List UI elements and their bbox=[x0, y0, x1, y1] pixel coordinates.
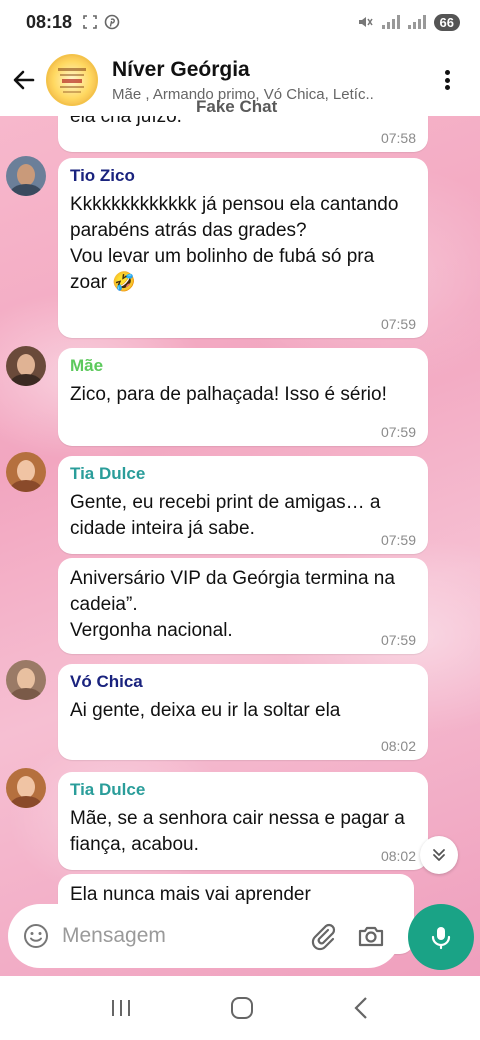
home-icon[interactable] bbox=[229, 995, 255, 1021]
recent-apps-icon[interactable] bbox=[108, 996, 134, 1020]
header-text[interactable]: Níver Geórgia Mãe , Armando primo, Vó Ch… bbox=[112, 58, 412, 103]
message-bubble[interactable]: Tia Dulce Mãe, se a senhora cair nessa e… bbox=[58, 772, 428, 870]
pinterest-icon bbox=[104, 14, 120, 30]
message-bubble[interactable]: Tia Dulce Gente, eu recebi print de amig… bbox=[58, 456, 428, 554]
message-sender: Tio Zico bbox=[70, 166, 135, 185]
message-bubble[interactable]: ela cria juízo. 07:58 bbox=[58, 116, 428, 152]
avatar-mae[interactable] bbox=[6, 346, 46, 386]
group-avatar-art bbox=[58, 68, 86, 93]
screenshot-icon bbox=[83, 15, 97, 29]
message-time: 07:59 bbox=[380, 532, 416, 548]
message-input-bar: Mensagem bbox=[8, 904, 400, 968]
back-arrow-icon bbox=[13, 70, 35, 90]
message-time: 08:02 bbox=[380, 848, 416, 864]
mic-icon bbox=[431, 927, 451, 950]
message-bubble[interactable]: Tio Zico Kkkkkkkkkkkkk já pensou ela can… bbox=[58, 158, 428, 338]
message-sender: Mãe bbox=[70, 356, 104, 375]
avatar-tia-dulce-2[interactable] bbox=[6, 768, 46, 808]
chat-title: Níver Geórgia bbox=[112, 57, 250, 81]
message-sender: Vó Chica bbox=[70, 672, 143, 691]
message-text: ela cria juízo. bbox=[70, 116, 182, 127]
back-button[interactable] bbox=[2, 58, 46, 102]
emoji-icon[interactable] bbox=[22, 922, 50, 950]
status-left-icons bbox=[82, 14, 120, 30]
message-bubble[interactable]: Aniversário VIP da Geórgia termina na ca… bbox=[58, 558, 428, 654]
message-time: 07:59 bbox=[380, 316, 416, 332]
message-bubble[interactable]: Mãe Zico, para de palhaçada! Isso é séri… bbox=[58, 348, 428, 446]
chevron-double-down-icon bbox=[433, 849, 445, 861]
group-avatar[interactable] bbox=[46, 54, 98, 106]
message-text: Zico, para de palhaçada! Isso é sério! bbox=[70, 384, 387, 405]
back-nav-icon[interactable] bbox=[350, 995, 372, 1021]
message-text: Mãe, se a senhora cair nessa e pagar a f… bbox=[70, 808, 405, 855]
message-bubble[interactable]: Vó Chica Ai gente, deixa eu ir la soltar… bbox=[58, 664, 428, 760]
system-nav-bar bbox=[0, 976, 480, 1040]
mute-icon bbox=[358, 17, 373, 27]
message-time: 08:02 bbox=[380, 738, 416, 754]
attach-icon[interactable] bbox=[308, 921, 338, 951]
message-sender: Tia Dulce bbox=[70, 780, 146, 799]
message-text: Ai gente, deixa eu ir la soltar ela bbox=[70, 700, 341, 721]
message-input[interactable]: Mensagem bbox=[62, 924, 308, 948]
watermark: Fake Chat bbox=[196, 97, 278, 116]
chat-area[interactable]: ela cria juízo. 07:58 Tio Zico Kkkkkkkkk… bbox=[0, 116, 480, 976]
more-options-button[interactable] bbox=[432, 66, 462, 94]
avatar-tia-dulce[interactable] bbox=[6, 452, 46, 492]
status-time: 08:18 bbox=[26, 11, 73, 32]
scroll-down-button[interactable] bbox=[420, 836, 458, 874]
avatar-tio-zico[interactable] bbox=[6, 156, 46, 196]
voice-record-button[interactable] bbox=[408, 904, 474, 970]
message-sender: Tia Dulce bbox=[70, 464, 146, 483]
status-bar: 08:18 66 bbox=[0, 0, 480, 44]
status-right: 66 bbox=[356, 13, 460, 31]
camera-icon[interactable] bbox=[356, 921, 386, 951]
message-text: Gente, eu recebi print de amigas… a cida… bbox=[70, 492, 381, 539]
signal-icon bbox=[381, 15, 400, 29]
message-text: Aniversário VIP da Geórgia termina na ca… bbox=[70, 568, 395, 641]
message-text: Kkkkkkkkkkkkk já pensou ela cantando par… bbox=[70, 194, 399, 293]
avatar-vo-chica[interactable] bbox=[6, 660, 46, 700]
battery-indicator: 66 bbox=[433, 13, 460, 31]
message-time: 07:59 bbox=[380, 632, 416, 648]
more-vertical-icon bbox=[444, 70, 450, 75]
message-time: 07:58 bbox=[380, 130, 416, 146]
message-time: 07:59 bbox=[380, 424, 416, 440]
signal-icon-2 bbox=[407, 15, 426, 29]
